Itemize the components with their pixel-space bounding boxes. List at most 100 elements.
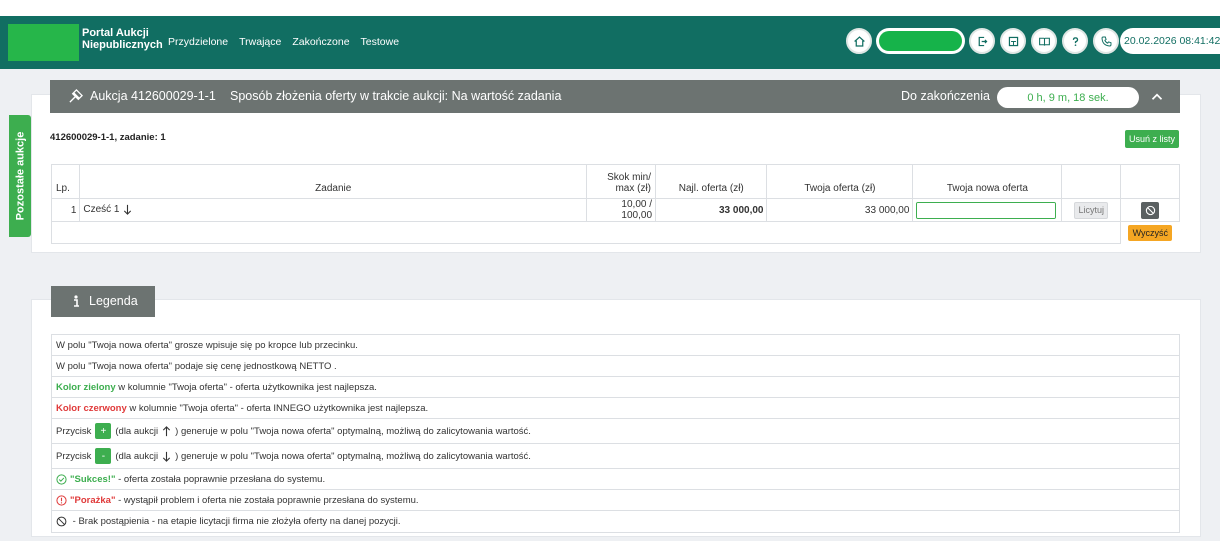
plus-button-sample: + [95,423,112,439]
arrow-up-icon [163,425,171,436]
col-your-offer: Twoja oferta (zł) [766,164,914,199]
no-bid-button[interactable] [1141,201,1160,219]
legend-text: W polu "Twoja nowa oferta" podaje się ce… [56,360,337,372]
legend-item: "Porażka" - wystąpił problem i oferta ni… [52,490,1179,511]
ban-icon [56,516,67,527]
current-datetime: 20.02.2026 08:41:42 [1120,28,1220,54]
nav-zakonczone[interactable]: Zakończone [292,36,349,48]
legend-text: ) generuje w polu "Twoja nowa oferta" op… [175,450,531,462]
auction-task-subtitle: 412600029-1-1, zadanie: 1 [50,132,166,143]
info-icon [74,295,79,307]
logo[interactable] [8,24,79,61]
col-lp: Lp. [50,164,81,199]
book-icon [1038,37,1050,46]
legend-text: ) generuje w polu "Twoja nowa oferta" op… [175,425,531,437]
phone-icon [1101,36,1111,46]
other-auctions-tab[interactable]: Pozostałe aukcje [9,115,31,237]
remove-from-list-button[interactable]: Usuń z listy [1125,130,1179,148]
nav-testowe[interactable]: Testowe [361,36,400,48]
row-bid-cell: Licytuj [1061,198,1122,222]
nav-trwajace[interactable]: Trwające [239,36,281,48]
calculator-icon [1008,36,1018,46]
user-name-redacted [879,31,962,51]
legend-item: Przycisk + (dla aukcji ) generuje w polu… [52,419,1179,444]
home-button[interactable] [846,28,872,54]
legend-item: - Brak postąpienia - na etapie licytacji… [52,511,1179,532]
logout-button[interactable] [969,28,995,54]
legend-item: Kolor zielony w kolumnie "Twoja oferta" … [52,377,1179,398]
row-best-offer: 33 000,00 [655,198,768,222]
countdown-timer: 0 h, 9 m, 18 sek. [997,87,1139,108]
legend-text: - Brak postąpienia - na etapie licytacji… [70,516,401,527]
legend-success-label: "Sukces!" [70,473,116,485]
nav-przydzielone[interactable]: Przydzielone [168,36,228,48]
auction-header: Aukcja 412600029-1-1 Sposób złożenia ofe… [50,80,1180,113]
auction-mode: Sposób złożenia oferty w trakcie aukcji:… [230,89,562,103]
minus-button[interactable]: - [1055,203,1056,218]
row-task: Cześć 1 [79,198,588,222]
legend-item: Przycisk - (dla aukcji ) generuje w polu… [52,444,1179,469]
auction-title: Aukcja 412600029-1-1 [90,89,216,103]
error-circle-icon [56,494,67,506]
row-task-label: Cześć 1 [83,204,120,216]
gavel-icon [69,89,83,103]
new-offer-input[interactable] [917,202,1056,218]
arrow-down-icon [163,451,171,462]
legend-item: Kolor czerwony w kolumnie "Twoja oferta"… [52,398,1179,419]
row-lp: 1 [50,198,81,222]
footer-empty-cell [50,221,1122,244]
contact-button[interactable] [1093,28,1119,54]
legend-list: W polu "Twoja nowa oferta" grosze wpisuj… [51,334,1180,533]
row-step: 10,00 / 100,00 [586,198,657,222]
calculator-button[interactable] [1000,28,1026,54]
col-best-offer: Najl. oferta (zł) [655,164,768,199]
legend-text: - oferta została poprawnie przesłana do … [115,473,326,485]
brand-line-2: Niepublicznych [82,39,163,51]
legend-red-label: Kolor czerwony [56,402,127,414]
clear-button[interactable]: Wyczyść [1128,224,1173,241]
legend-item: "Sukces!" - oferta została poprawnie prz… [52,469,1179,490]
legend-item: W polu "Twoja nowa oferta" podaje się ce… [52,356,1179,377]
brand-title[interactable]: Portal Aukcji Niepublicznych [82,27,163,51]
home-icon [853,35,865,47]
row-new-offer-cell: - [912,198,1063,222]
legend-text: w kolumnie "Twoja oferta" - oferta INNEG… [126,402,429,414]
minus-button-sample: - [95,448,112,464]
col-bid [1061,164,1122,199]
legend-text: w kolumnie "Twoja oferta" - oferta użytk… [115,381,377,393]
manual-button[interactable] [1031,28,1057,54]
legend-header: Legenda [51,286,155,317]
table-header-row: Lp. Zadanie Skok min/ max (zł) Najl. ofe… [50,164,1180,199]
table-row: 1 Cześć 1 10,00 / 100,00 33 000,00 33 00… [50,198,1180,222]
footer-clear-cell: Wyczyść [1121,222,1180,244]
legend-text: (dla aukcji [115,425,159,437]
legend-text: Przycisk [56,450,92,462]
bid-button[interactable]: Licytuj [1074,201,1109,219]
help-button[interactable] [1062,28,1088,54]
new-offer-field: - [916,201,1057,219]
legend-green-label: Kolor zielony [56,381,116,393]
logout-icon [978,36,987,46]
col-step-line2: max (zł) [615,183,652,194]
main-nav: Przydzielone Trwające Zakończone Testowe [168,36,399,48]
arrow-down-icon [124,205,132,216]
row-your-offer: 33 000,00 [766,198,914,222]
col-step: Skok min/ max (zł) [586,164,657,199]
legend-text: W polu "Twoja nowa oferta" grosze wpisuj… [56,339,358,351]
user-account-pill[interactable] [876,28,965,54]
col-step-line1: Skok min/ [607,172,652,183]
legend-failure-label: "Porażka" [70,494,116,506]
legend-title: Legenda [89,294,138,308]
remaining-label: Do zakończenia [901,89,990,103]
row-action-cell [1120,198,1180,222]
chevron-up-icon[interactable] [1148,88,1166,106]
auction-table: Lp. Zadanie Skok min/ max (zł) Najl. ofe… [50,164,1180,244]
check-circle-icon [56,473,67,485]
legend-text: Przycisk [56,425,92,437]
top-bar: Portal Aukcji Niepublicznych Przydzielon… [0,0,1220,69]
brand-line-1: Portal Aukcji [82,27,149,39]
table-footer-row: Wyczyść [50,221,1180,244]
help-icon [1072,36,1078,46]
ban-icon [1145,205,1155,215]
legend-item: W polu "Twoja nowa oferta" grosze wpisuj… [52,335,1179,356]
